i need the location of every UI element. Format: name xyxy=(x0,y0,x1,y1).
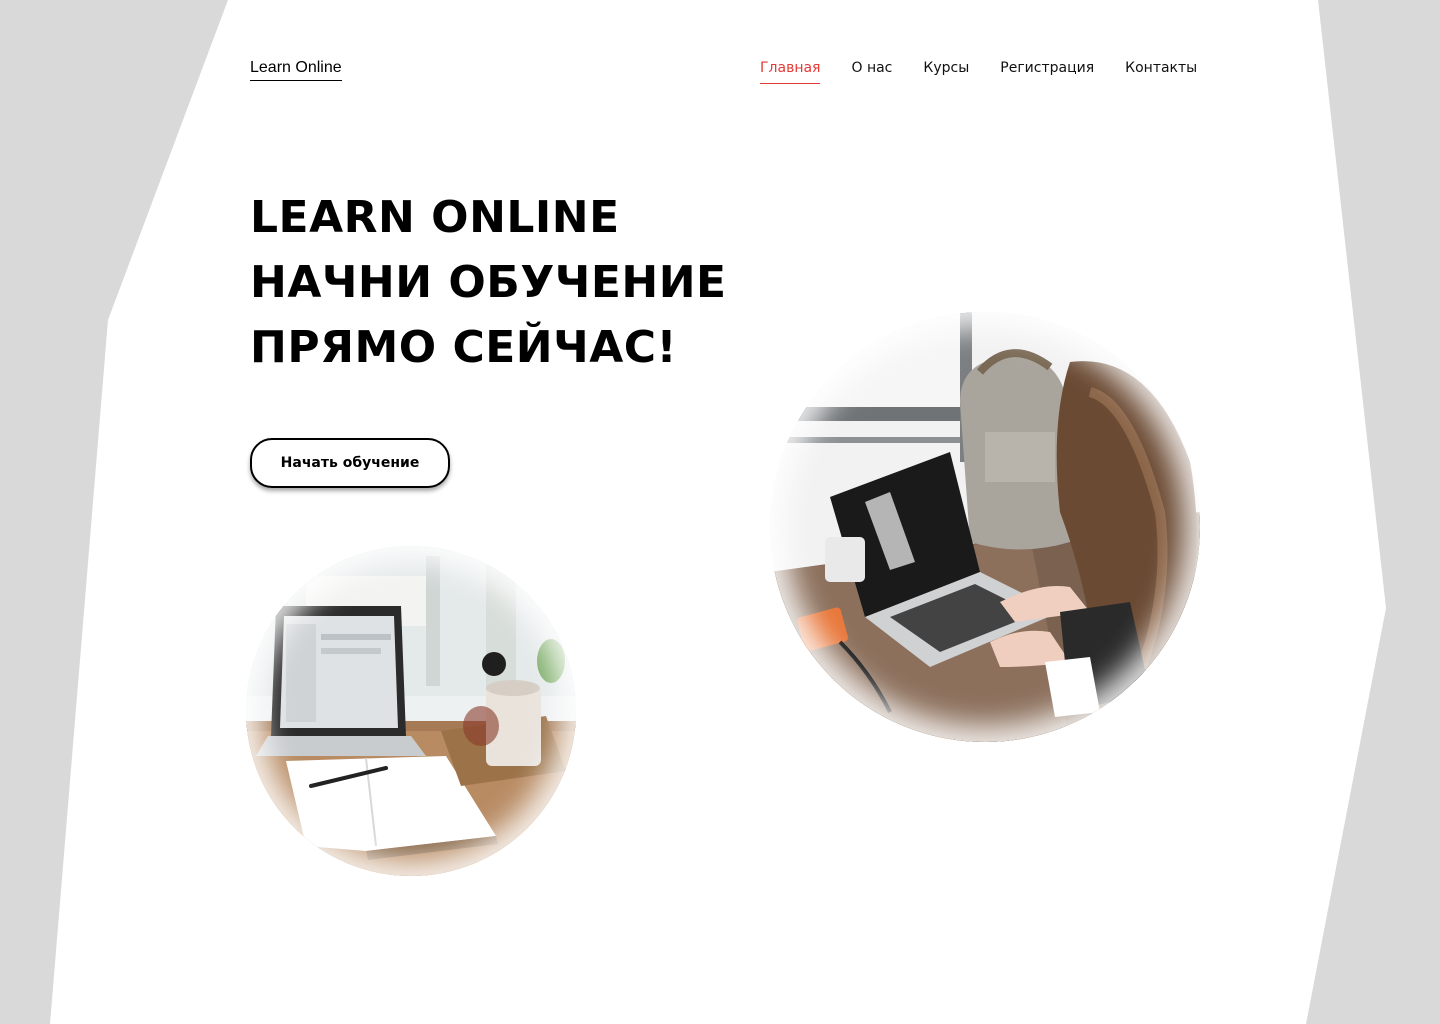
nav-item-about[interactable]: О нас xyxy=(851,58,892,84)
nav-item-registration[interactable]: Регистрация xyxy=(1000,58,1094,84)
hero-title-line-1: LEARN ONLINE xyxy=(250,192,620,243)
laptop-notebook-illustration xyxy=(246,546,576,876)
laptop-notebook-photo xyxy=(246,546,576,876)
woman-laptop-photo xyxy=(770,312,1200,742)
woman-laptop-illustration xyxy=(770,312,1200,742)
nav-item-home[interactable]: Главная xyxy=(760,58,821,84)
background-white-panel xyxy=(0,0,1440,1024)
hero-title-line-2: НАЧНИ ОБУЧЕНИЕ xyxy=(250,257,727,308)
page: Learn Online Главная О нас Курсы Регистр… xyxy=(0,0,1440,1024)
start-learning-button[interactable]: Начать обучение xyxy=(250,438,450,488)
main-nav: Главная О нас Курсы Регистрация Контакты xyxy=(760,58,1197,84)
hero-title: LEARN ONLINE НАЧНИ ОБУЧЕНИЕ ПРЯМО СЕЙЧАС… xyxy=(250,185,727,380)
logo-link[interactable]: Learn Online xyxy=(250,58,342,81)
nav-item-contacts[interactable]: Контакты xyxy=(1125,58,1197,84)
hero-title-line-3: ПРЯМО СЕЙЧАС! xyxy=(250,322,678,373)
nav-item-courses[interactable]: Курсы xyxy=(923,58,969,84)
